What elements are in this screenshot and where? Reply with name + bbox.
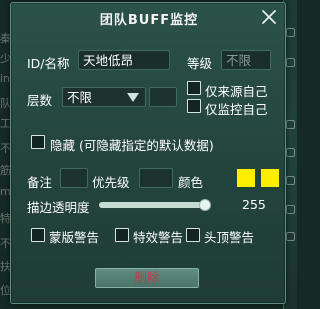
border-opacity-slider-thumb[interactable] bbox=[199, 199, 211, 211]
overhead-warning-checkbox[interactable] bbox=[186, 228, 200, 242]
dialog-title: 团队BUFF监控 bbox=[99, 13, 199, 28]
hide-checkbox[interactable] bbox=[31, 135, 45, 149]
id-name-input[interactable]: 天地低昂 bbox=[78, 50, 170, 70]
close-icon bbox=[262, 10, 276, 24]
background-checkbox bbox=[286, 120, 295, 129]
background-checkbox bbox=[286, 232, 295, 241]
stack-dropdown[interactable]: 不限 bbox=[62, 87, 146, 107]
border-opacity-slider[interactable] bbox=[99, 199, 211, 211]
color-swatch[interactable] bbox=[237, 169, 255, 187]
id-name-label: ID/名称 bbox=[27, 56, 70, 71]
close-button[interactable] bbox=[258, 6, 280, 28]
stack-value-input[interactable] bbox=[149, 87, 177, 107]
hide-label: 隐藏 (可隐藏指定的默认数据) bbox=[50, 138, 214, 153]
mask-warning-label: 蒙版警告 bbox=[49, 230, 100, 245]
priority-label: 优先级 bbox=[92, 175, 130, 190]
note-label: 备注 bbox=[27, 175, 53, 190]
background-checkbox bbox=[286, 28, 295, 37]
note-input[interactable] bbox=[60, 168, 88, 188]
background-checkbox bbox=[286, 58, 295, 67]
border-opacity-value: 255 bbox=[242, 197, 266, 212]
level-label: 等级 bbox=[187, 56, 213, 71]
color-label: 颜色 bbox=[178, 175, 204, 190]
border-opacity-label: 描边透明度 bbox=[27, 200, 90, 215]
monitor-only-checkbox[interactable] bbox=[187, 99, 201, 113]
background-checkbox bbox=[286, 205, 295, 214]
background-checkbox bbox=[286, 176, 295, 185]
team-buff-monitor-dialog: 团队BUFF监控 ID/名称 天地低昂 等级 不限 仅来源自己 层数 不限 仅监… bbox=[10, 2, 286, 304]
background-checkbox bbox=[286, 148, 295, 157]
overhead-warning-label: 头顶警告 bbox=[204, 230, 255, 245]
mask-warning-checkbox[interactable] bbox=[31, 228, 45, 242]
effect-warning-label: 特效警告 bbox=[133, 230, 184, 245]
delete-button[interactable]: 删除 bbox=[95, 268, 199, 288]
monitor-only-label: 仅监控自己 bbox=[205, 102, 268, 117]
source-only-label: 仅来源自己 bbox=[205, 84, 268, 99]
stack-label: 层数 bbox=[27, 93, 53, 108]
priority-input[interactable] bbox=[139, 168, 173, 188]
stack-dropdown-value: 不限 bbox=[67, 90, 93, 105]
effect-warning-checkbox[interactable] bbox=[115, 228, 129, 242]
color-swatch[interactable] bbox=[261, 169, 279, 187]
level-input[interactable]: 不限 bbox=[221, 50, 271, 70]
border-opacity-slider-fill bbox=[99, 202, 205, 208]
source-only-checkbox[interactable] bbox=[187, 81, 201, 95]
chevron-down-icon bbox=[127, 93, 139, 102]
